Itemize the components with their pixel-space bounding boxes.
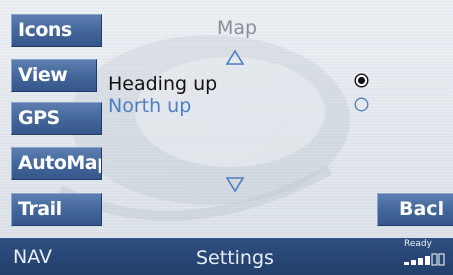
north-up-radio-icon[interactable] [354, 97, 369, 112]
option-north-up-label[interactable]: North up [108, 94, 191, 118]
icons-button[interactable]: Icons [11, 14, 102, 47]
ready-status: Ready [404, 239, 432, 249]
back-button[interactable]: Bacl [377, 193, 453, 226]
view-button[interactable]: View [11, 59, 97, 92]
scroll-up-icon[interactable] [225, 50, 245, 66]
nav-settings-screen: Icons View GPS AutoMap Trail Map Heading… [0, 0, 453, 275]
status-bar: NAV Settings Ready [0, 238, 453, 275]
context-label: Settings [196, 247, 274, 269]
gps-button[interactable]: GPS [11, 102, 102, 135]
trail-button[interactable]: Trail [11, 193, 102, 226]
option-heading-up-label[interactable]: Heading up [108, 72, 217, 96]
panel-title: Map [216, 17, 258, 39]
scroll-down-icon[interactable] [225, 176, 245, 192]
automap-button[interactable]: AutoMap [11, 147, 102, 180]
heading-up-radio-selected-icon[interactable] [354, 73, 369, 88]
signal-strength-icon [404, 253, 445, 266]
mode-label: NAV [13, 246, 52, 268]
